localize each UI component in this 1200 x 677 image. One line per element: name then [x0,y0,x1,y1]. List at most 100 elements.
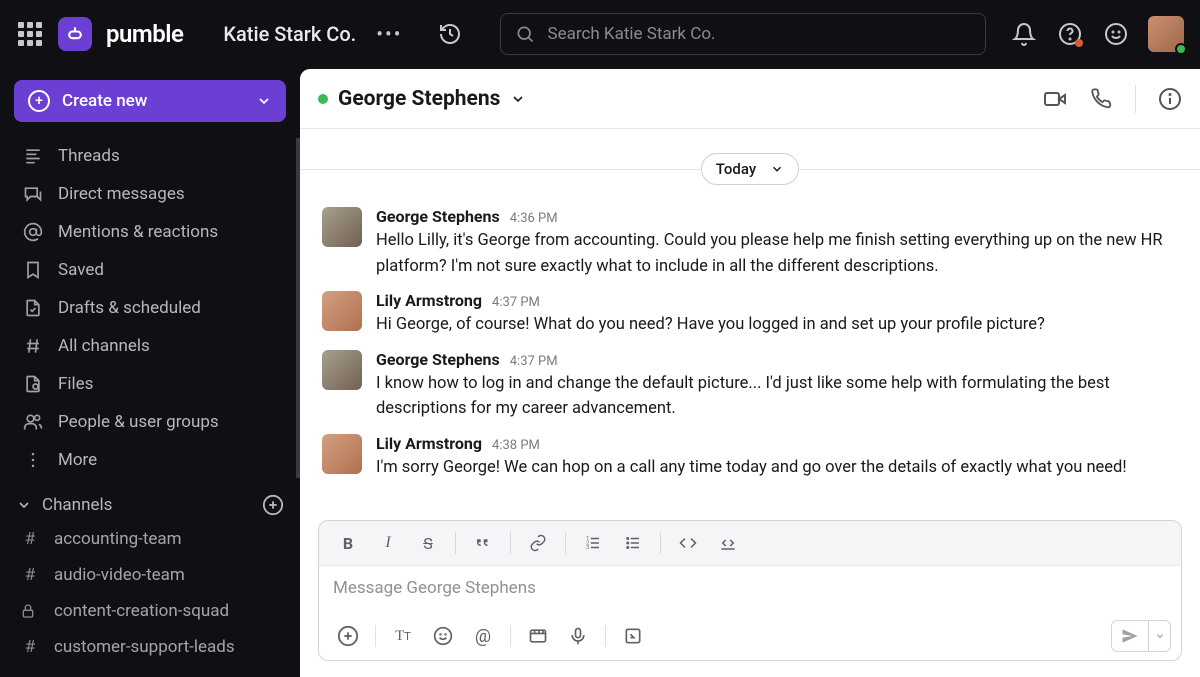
notifications-icon[interactable] [1010,20,1038,48]
search-input[interactable] [500,13,986,55]
chevron-down-icon [16,497,32,513]
nav-item-all-channels[interactable]: All channels [14,328,286,364]
nav-icon [22,412,44,432]
nav-label: Direct messages [58,184,185,204]
create-new-button[interactable]: + Create new [14,80,286,122]
svg-text:3: 3 [586,545,589,551]
emoji-icon[interactable] [1102,20,1130,48]
nav-item-direct-messages[interactable]: Direct messages [14,176,286,212]
message-avatar[interactable] [322,434,362,474]
plus-circle-icon: + [28,90,50,112]
channel-audio-video-team[interactable]: #audio-video-team [12,558,288,592]
code-button[interactable] [671,529,705,557]
bold-button[interactable]: B [331,529,365,557]
attach-button[interactable] [331,621,365,651]
nav-item-files[interactable]: Files [14,366,286,402]
help-icon[interactable] [1056,20,1084,48]
nav-item-mentions-reactions[interactable]: Mentions & reactions [14,214,286,250]
channel-content-creation-squad[interactable]: content-creation-squad [12,594,288,628]
channels-label: Channels [42,495,112,515]
status-dot [318,94,328,104]
format-toggle-button[interactable]: TT [386,621,420,651]
add-channel-icon[interactable] [262,494,284,516]
compose-input[interactable] [333,578,1167,598]
channel-name: content-creation-squad [54,601,229,621]
chevron-down-icon [510,91,526,107]
nav-item-threads[interactable]: Threads [14,138,286,174]
brand-name: pumble [106,20,183,48]
dm-header-user[interactable]: George Stephens [318,87,526,111]
message-composer: B I S 123 [318,520,1182,661]
nav-item-more[interactable]: More [14,442,286,478]
message: Lily Armstrong 4:37 PM Hi George, of cours… [300,285,1200,344]
message-text: I'm sorry George! We can hop on a call a… [376,455,1178,481]
message-author[interactable]: George Stephens [376,207,500,226]
nav-item-drafts-scheduled[interactable]: Drafts & scheduled [14,290,286,326]
video-call-icon[interactable] [1043,87,1067,111]
nav-label: All channels [58,336,150,356]
code-block-button[interactable] [711,529,745,557]
message-time: 4:37 PM [492,295,540,310]
message-time: 4:36 PM [510,211,558,226]
message: Lily Armstrong 4:38 PM I'm sorry George! W… [300,428,1200,487]
quote-button[interactable] [466,529,500,557]
channels-section-header[interactable]: Channels [0,478,300,522]
workspace-name[interactable]: Katie Stark Co. [223,22,356,46]
nav-label: People & user groups [58,412,219,432]
channel-customer-support-leads[interactable]: #customer-support-leads [12,630,288,664]
send-options-button[interactable] [1148,621,1170,651]
message: George Stephens 4:36 PM Hello Lilly, it's … [300,201,1200,285]
hash-icon: # [20,529,40,549]
link-button[interactable] [521,529,555,557]
message-author[interactable]: George Stephens [376,350,500,369]
message: George Stephens4:37 PMI know how to log … [300,344,1200,428]
message-time: 4:37 PM [510,354,558,369]
message-text: Hi George, of course! What do you need? … [376,312,1178,338]
channel-accounting-team[interactable]: #accounting-team [12,522,288,556]
nav-icon [22,298,44,318]
lock-icon [20,603,40,619]
chevron-down-icon [770,162,784,176]
search-field[interactable] [547,24,971,44]
mention-button[interactable]: @ [466,621,500,651]
create-new-label: Create new [62,91,147,111]
emoji-picker-button[interactable] [426,621,460,651]
message-avatar[interactable] [322,291,362,331]
app-switcher-icon[interactable] [16,20,44,48]
video-clip-button[interactable] [521,621,555,651]
hash-icon: # [20,637,40,657]
message-avatar[interactable] [322,350,362,390]
nav-label: Files [58,374,93,394]
search-icon [515,24,535,44]
strike-button[interactable]: S [411,529,445,557]
user-avatar[interactable] [1148,16,1184,52]
message-author[interactable]: Lily Armstrong [376,434,482,453]
brand-logo[interactable] [58,17,92,51]
nav-icon [22,184,44,204]
nav-item-saved[interactable]: Saved [14,252,286,288]
message-text: Hello Lilly, it's George from accounting… [376,228,1178,279]
send-button[interactable] [1112,621,1148,651]
workspace-menu-icon[interactable]: ••• [376,22,402,46]
date-divider-pill[interactable]: Today [701,153,799,185]
info-icon[interactable] [1158,87,1182,111]
nav-item-people-user-groups[interactable]: People & user groups [14,404,286,440]
audio-clip-button[interactable] [561,621,595,651]
italic-button[interactable]: I [371,529,405,557]
dm-user-name: George Stephens [338,87,500,111]
bullet-list-button[interactable] [616,529,650,557]
nav-icon [22,222,44,242]
chevron-down-icon [256,93,272,109]
message-avatar[interactable] [322,207,362,247]
nav-icon [22,260,44,280]
date-label: Today [716,160,756,178]
message-time: 4:38 PM [492,438,540,453]
nav-label: Mentions & reactions [58,222,218,242]
phone-call-icon[interactable] [1089,87,1113,111]
channel-name: audio-video-team [54,565,185,585]
history-icon[interactable] [436,20,464,48]
nav-label: Saved [58,260,104,280]
ordered-list-button[interactable]: 123 [576,529,610,557]
shortcuts-button[interactable] [616,621,650,651]
message-author[interactable]: Lily Armstrong [376,291,482,310]
